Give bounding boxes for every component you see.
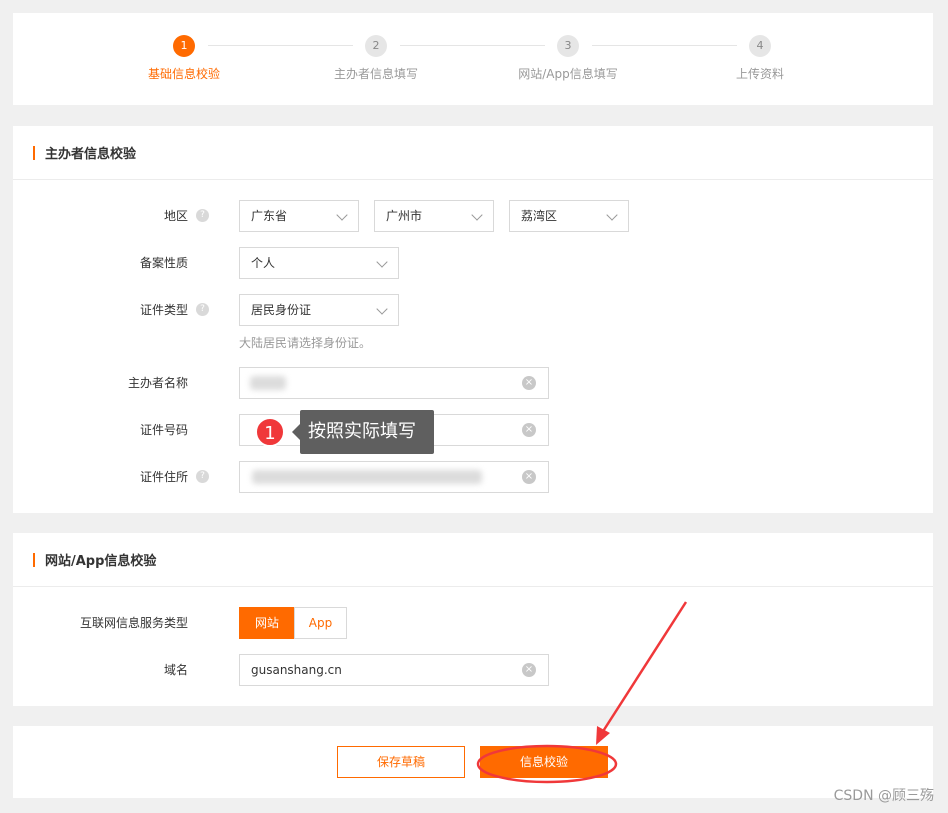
id-number-label: 证件号码 <box>139 423 188 437</box>
district-value: 荔湾区 <box>521 209 558 223</box>
filing-nature-value: 个人 <box>251 256 276 270</box>
annotation-badge: 1 <box>255 417 285 447</box>
section-accent-bar <box>33 552 35 567</box>
id-type-row: 证件类型 ? 居民身份证 <box>13 294 933 326</box>
city-select[interactable]: 广州市 <box>374 200 494 232</box>
step-number: 4 <box>749 35 771 57</box>
question-circle-icon[interactable]: ? <box>196 209 209 222</box>
chevron-down-icon <box>376 256 388 268</box>
website-section: 网站/App信息校验 互联网信息服务类型 网站 App 域名 gusanshan… <box>13 533 933 706</box>
region-label: 地区 <box>163 209 188 223</box>
step-number: 2 <box>365 35 387 57</box>
close-circle-icon[interactable]: × <box>522 663 536 677</box>
redacted-value <box>250 376 286 390</box>
step-3: 3 网站/App信息填写 <box>488 35 648 82</box>
step-label: 上传资料 <box>735 67 784 81</box>
province-value: 广东省 <box>251 209 288 223</box>
section-header: 主办者信息校验 <box>13 126 933 180</box>
close-circle-icon[interactable]: × <box>522 376 536 390</box>
domain-label: 域名 <box>163 663 188 677</box>
filing-nature-row: 备案性质 个人 <box>13 247 933 279</box>
section-title: 网站/App信息校验 <box>45 554 157 569</box>
step-number: 3 <box>557 35 579 57</box>
sponsor-name-row: 主办者名称 × <box>13 367 933 399</box>
province-select[interactable]: 广东省 <box>239 200 359 232</box>
save-draft-button[interactable]: 保存草稿 <box>337 746 465 778</box>
section-accent-bar <box>33 145 35 160</box>
step-progress: 1 基础信息校验 2 主办者信息填写 3 网站/App信息填写 4 上传资料 <box>13 13 933 105</box>
sponsor-section: 主办者信息校验 地区 ? 广东省 广州市 荔湾区 备案性质 个人 证件类型 ? … <box>13 126 933 513</box>
chevron-down-icon <box>471 209 483 221</box>
domain-row: 域名 gusanshang.cn × <box>13 654 933 686</box>
address-label: 证件住所 <box>139 470 188 484</box>
question-circle-icon[interactable]: ? <box>196 303 209 316</box>
step-2: 2 主办者信息填写 <box>296 35 456 82</box>
address-row: 证件住所 ? × <box>13 461 933 493</box>
id-type-hint: 大陆居民请选择身份证。 <box>239 336 372 350</box>
id-type-label: 证件类型 <box>139 303 188 317</box>
id-type-value: 居民身份证 <box>251 303 312 317</box>
step-label: 主办者信息填写 <box>333 67 418 81</box>
domain-input[interactable]: gusanshang.cn × <box>239 654 549 686</box>
annotation-tooltip: 按照实际填写 <box>292 410 434 454</box>
service-type-label: 互联网信息服务类型 <box>79 616 188 630</box>
step-label: 基础信息校验 <box>147 67 220 81</box>
sponsor-name-input[interactable]: × <box>239 367 549 399</box>
id-number-row: 证件号码 × <box>13 414 933 446</box>
address-input[interactable]: × <box>239 461 549 493</box>
verify-button[interactable]: 信息校验 <box>480 746 608 778</box>
city-value: 广州市 <box>386 209 423 223</box>
region-row: 地区 ? 广东省 广州市 荔湾区 <box>13 200 933 232</box>
chevron-down-icon <box>376 303 388 315</box>
filing-nature-select[interactable]: 个人 <box>239 247 399 279</box>
step-label: 网站/App信息填写 <box>518 67 618 81</box>
section-title: 主办者信息校验 <box>45 147 137 162</box>
section-header: 网站/App信息校验 <box>13 533 933 587</box>
service-type-row: 互联网信息服务类型 网站 App <box>13 607 933 639</box>
step-number: 1 <box>173 35 195 57</box>
close-circle-icon[interactable]: × <box>522 423 536 437</box>
step-4: 4 上传资料 <box>680 35 840 82</box>
close-circle-icon[interactable]: × <box>522 470 536 484</box>
sponsor-name-label: 主办者名称 <box>127 376 188 390</box>
redacted-value <box>252 470 482 484</box>
option-app[interactable]: App <box>294 607 347 639</box>
step-1: 1 基础信息校验 <box>104 35 264 82</box>
watermark: CSDN @顾三殇 <box>833 788 934 804</box>
domain-value: gusanshang.cn <box>251 663 342 677</box>
chevron-down-icon <box>606 209 618 221</box>
filing-nature-label: 备案性质 <box>139 256 188 270</box>
id-type-select[interactable]: 居民身份证 <box>239 294 399 326</box>
district-select[interactable]: 荔湾区 <box>509 200 629 232</box>
actions-bar: 保存草稿 信息校验 <box>13 726 933 798</box>
chevron-down-icon <box>336 209 348 221</box>
option-website[interactable]: 网站 <box>239 607 295 639</box>
question-circle-icon[interactable]: ? <box>196 470 209 483</box>
